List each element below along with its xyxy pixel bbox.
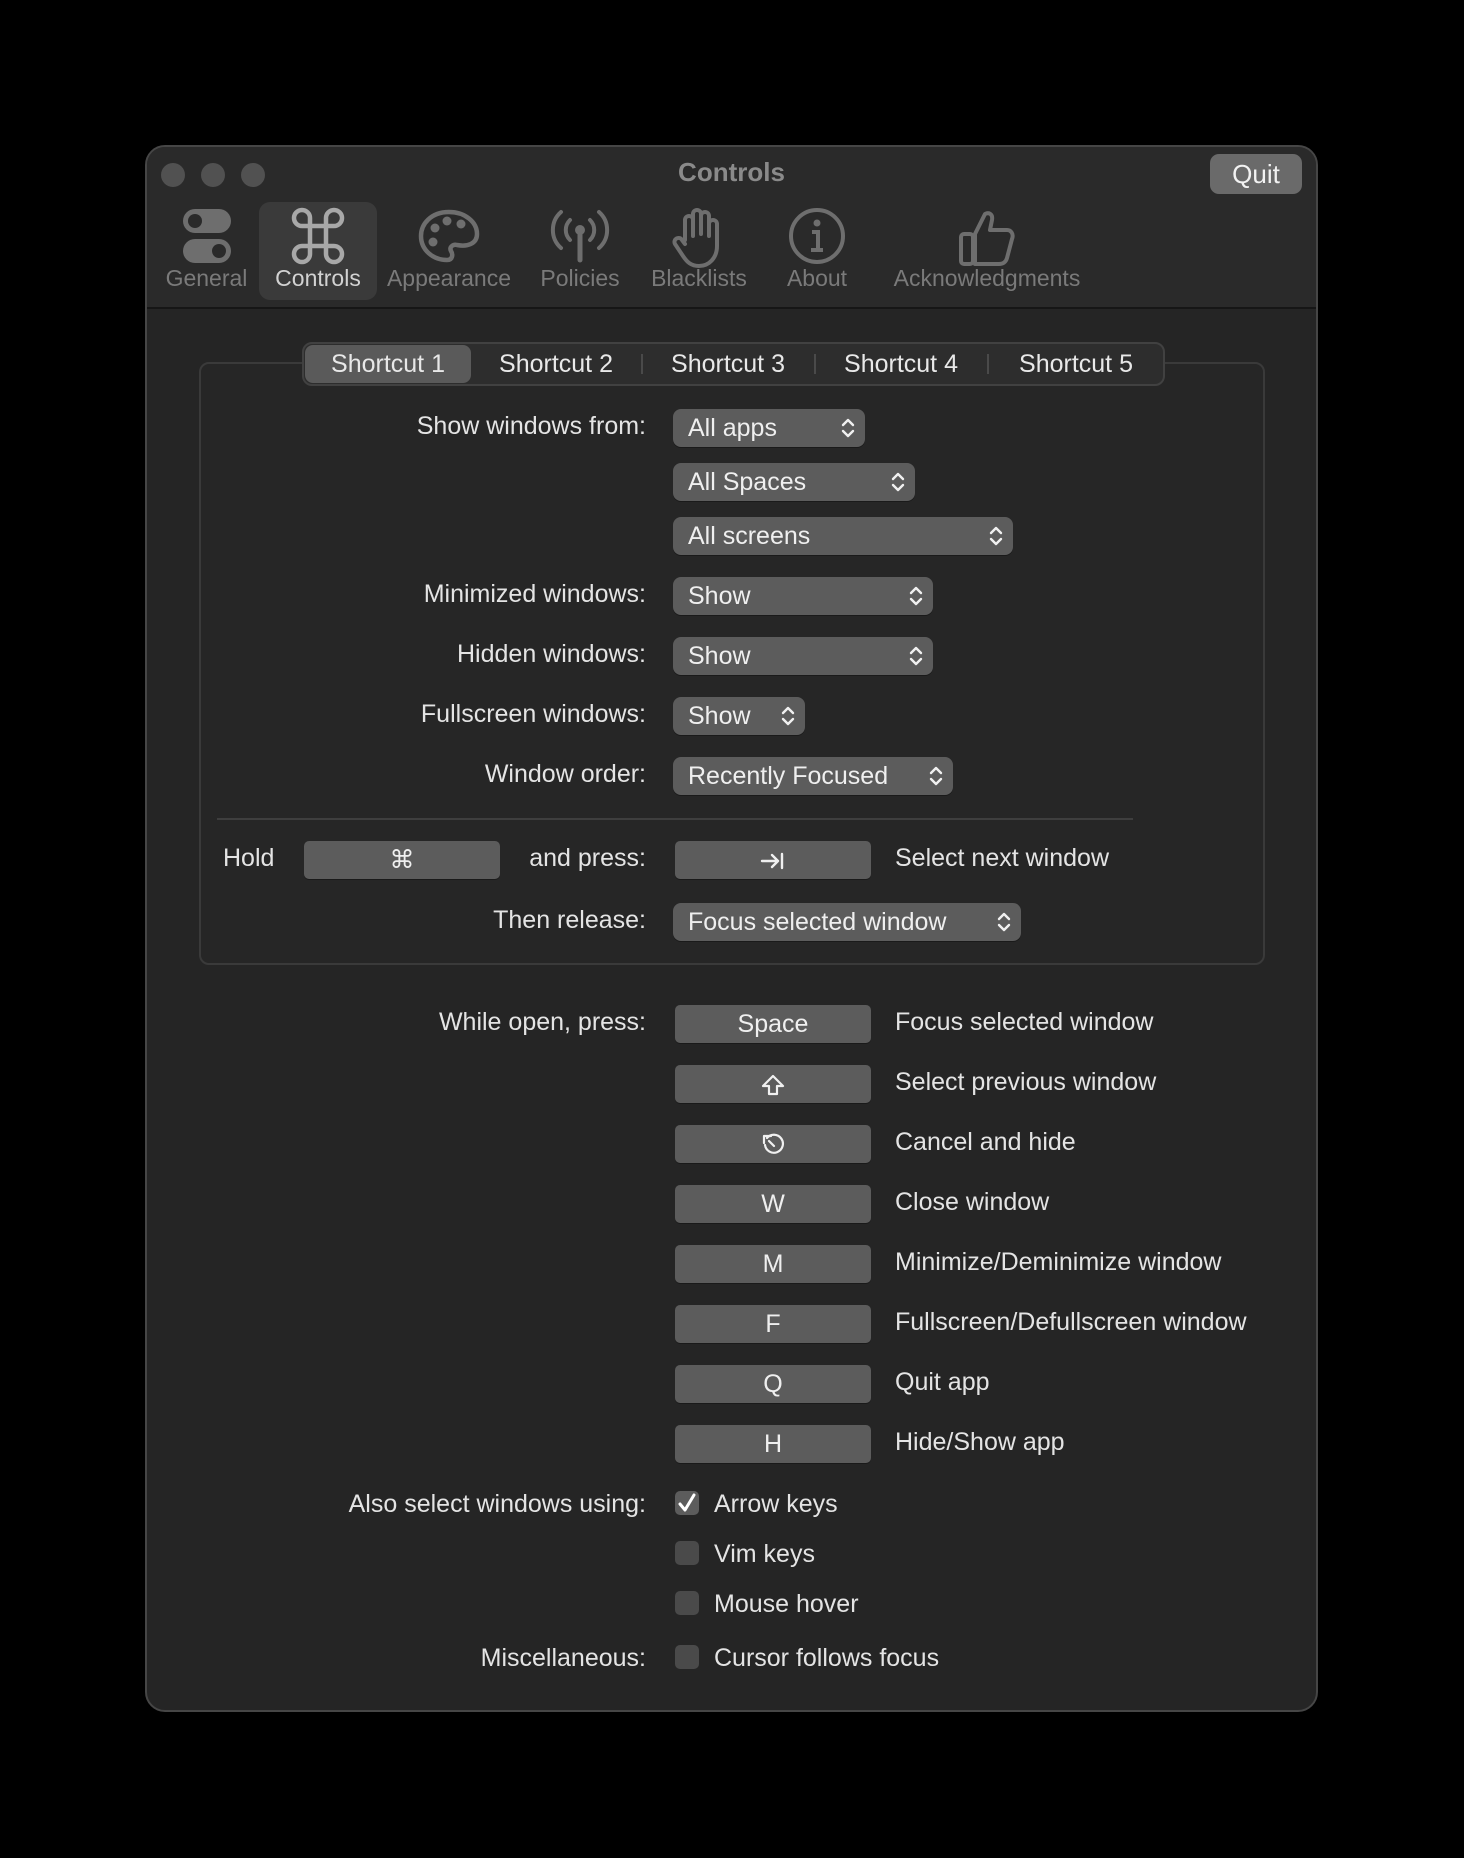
fullscreen-windows-label: Fullscreen windows: xyxy=(420,700,646,728)
escape-key-recorder[interactable] xyxy=(675,1125,871,1163)
hand-icon xyxy=(672,208,719,268)
focus-selected-label: Focus selected window xyxy=(895,1008,1154,1036)
fullscreen-select-value: Show xyxy=(688,702,751,730)
tab-label: Appearance xyxy=(386,265,512,291)
tab-general[interactable]: General xyxy=(159,202,254,300)
chevron-up-down-icon xyxy=(891,472,905,492)
fullscreen-windows-select[interactable]: Show xyxy=(673,697,805,735)
mouse-hover-label: Mouse hover xyxy=(714,1590,859,1618)
minimized-windows-select[interactable]: Show xyxy=(673,577,933,615)
cancel-hide-label: Cancel and hide xyxy=(895,1128,1076,1156)
press-key-recorder[interactable] xyxy=(675,841,871,879)
q-key-recorder[interactable]: Q xyxy=(675,1365,871,1403)
spaces-select-value: All Spaces xyxy=(688,468,807,496)
section-divider xyxy=(217,818,1133,820)
toggles-icon xyxy=(182,209,231,263)
arrow-keys-checkbox[interactable] xyxy=(675,1491,699,1515)
cursor-follows-focus-label: Cursor follows focus xyxy=(714,1644,940,1672)
hidden-windows-select[interactable]: Show xyxy=(673,637,933,675)
m-key-recorder[interactable]: M xyxy=(675,1245,871,1283)
close-window-label: Close window xyxy=(895,1188,1050,1216)
apps-select[interactable]: All apps xyxy=(673,409,865,447)
arrow-keys-label: Arrow keys xyxy=(714,1490,838,1518)
thumbs-up-icon xyxy=(959,211,1015,266)
then-release-label: Then release: xyxy=(493,906,646,934)
show-windows-from-label: Show windows from: xyxy=(416,412,646,440)
chevron-up-down-icon xyxy=(909,646,923,666)
tab-controls[interactable]: Controls xyxy=(259,202,377,300)
command-icon xyxy=(291,207,345,265)
quit-button[interactable]: Quit xyxy=(1210,154,1302,194)
then-release-value: Focus selected window xyxy=(688,908,947,936)
shift-icon xyxy=(761,1075,785,1096)
tab-shortcut-4[interactable]: Shortcut 4 xyxy=(816,344,986,384)
tab-label: Acknowledgments xyxy=(893,265,1081,291)
tab-label: About xyxy=(786,265,848,291)
chevron-up-down-icon xyxy=(909,586,923,606)
chevron-up-down-icon xyxy=(781,706,795,726)
also-select-label: Also select windows using: xyxy=(348,1490,646,1518)
tab-label: General xyxy=(165,265,248,291)
shift-key-recorder[interactable] xyxy=(675,1065,871,1103)
tab-shortcut-3[interactable]: Shortcut 3 xyxy=(643,344,813,384)
window-order-select[interactable]: Recently Focused xyxy=(673,757,953,795)
tab-shortcut-2[interactable]: Shortcut 2 xyxy=(472,344,640,384)
tab-label: Controls xyxy=(275,265,361,291)
hide-show-app-label: Hide/Show app xyxy=(895,1428,1065,1456)
mouse-hover-checkbox[interactable] xyxy=(675,1591,699,1615)
vim-keys-label: Vim keys xyxy=(714,1540,815,1568)
then-release-select[interactable]: Focus selected window xyxy=(673,903,1021,941)
f-key-recorder[interactable]: F xyxy=(675,1305,871,1343)
tab-label: Blacklists xyxy=(651,265,747,291)
tab-blacklists[interactable]: Blacklists xyxy=(644,202,754,300)
antenna-icon xyxy=(550,210,610,263)
miscellaneous-label: Miscellaneous: xyxy=(480,1644,646,1672)
select-next-label: Select next window xyxy=(895,844,1110,872)
cursor-follows-focus-checkbox[interactable] xyxy=(675,1645,699,1669)
chevron-up-down-icon xyxy=(989,526,1003,546)
tab-label: Policies xyxy=(540,265,620,291)
quit-app-label: Quit app xyxy=(895,1368,990,1396)
spaces-select[interactable]: All Spaces xyxy=(673,463,915,501)
tab-shortcut-1[interactable]: Shortcut 1 xyxy=(305,345,471,383)
tab-shortcut-5[interactable]: Shortcut 5 xyxy=(989,344,1163,384)
apps-select-value: All apps xyxy=(688,414,777,442)
window-title: Controls xyxy=(678,157,785,187)
checkmark-icon xyxy=(678,1493,696,1512)
screens-select[interactable]: All screens xyxy=(673,517,1013,555)
chevron-up-down-icon xyxy=(841,418,855,438)
tab-icon xyxy=(760,853,784,870)
tab-appearance[interactable]: Appearance xyxy=(384,202,514,300)
while-open-label: While open, press: xyxy=(438,1008,646,1036)
info-icon xyxy=(789,208,845,264)
preferences-window: Controls Quit General Controls Appearanc… xyxy=(145,145,1318,1712)
chevron-up-down-icon xyxy=(929,766,943,786)
window-order-value: Recently Focused xyxy=(688,762,889,790)
minimize-window-label: Minimize/Deminimize window xyxy=(895,1248,1222,1276)
tab-policies[interactable]: Policies xyxy=(525,202,635,300)
screens-select-value: All screens xyxy=(688,522,811,550)
fullscreen-window-label: Fullscreen/Defullscreen window xyxy=(895,1308,1247,1336)
and-press-label: and press: xyxy=(529,844,646,872)
tab-about[interactable]: About xyxy=(767,202,867,300)
escape-icon xyxy=(762,1134,785,1155)
shortcut-segmented-control: Shortcut 1 Shortcut 2 Shortcut 3 Shortcu… xyxy=(302,342,1165,386)
chevron-up-down-icon xyxy=(997,912,1011,932)
title-bar: Controls Quit General Controls Appearanc… xyxy=(147,147,1316,309)
w-key-recorder[interactable]: W xyxy=(675,1185,871,1223)
hold-label: Hold xyxy=(223,844,275,872)
tab-acknowledgments[interactable]: Acknowledgments xyxy=(887,202,1087,300)
h-key-recorder[interactable]: H xyxy=(675,1425,871,1463)
palette-icon xyxy=(418,209,480,263)
window-order-label: Window order: xyxy=(484,760,646,788)
vim-keys-checkbox[interactable] xyxy=(675,1541,699,1565)
select-previous-label: Select previous window xyxy=(895,1068,1157,1096)
space-key-recorder[interactable]: Space xyxy=(675,1005,871,1043)
minimized-windows-label: Minimized windows: xyxy=(423,580,646,608)
hidden-select-value: Show xyxy=(688,642,751,670)
hidden-windows-label: Hidden windows: xyxy=(457,640,646,668)
hold-key-recorder[interactable]: ⌘ xyxy=(304,841,500,879)
minimized-select-value: Show xyxy=(688,582,751,610)
